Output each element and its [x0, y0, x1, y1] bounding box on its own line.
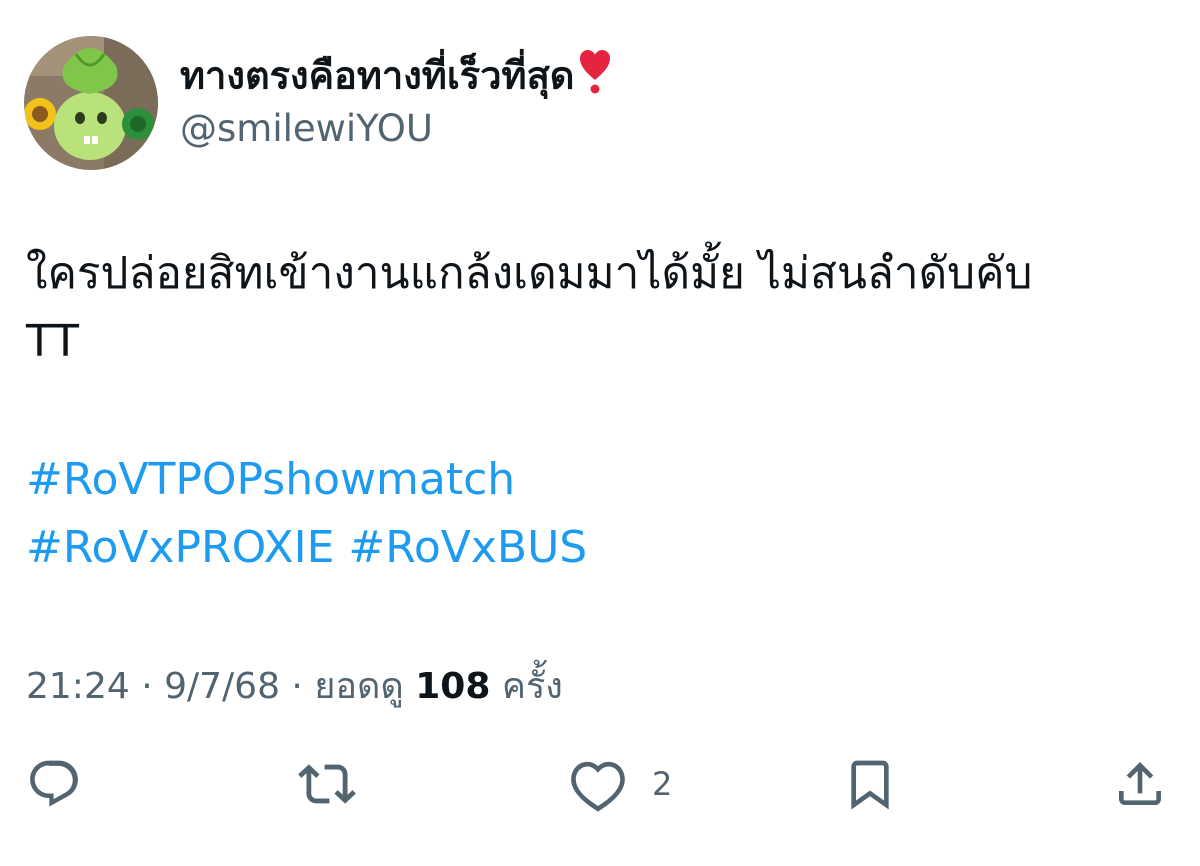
hashtag-link[interactable]: #RoVTPOPshowmatch: [26, 454, 515, 505]
display-name-text: ทางตรงคือทางที่เร็วที่สุด: [180, 53, 575, 98]
heart-exclamation-icon: [580, 50, 611, 106]
views-suffix: ครั้ง: [501, 666, 563, 707]
like-button[interactable]: 2: [570, 752, 672, 816]
retweet-icon: [298, 764, 356, 804]
reply-button[interactable]: [26, 752, 82, 816]
author-handle[interactable]: @smilewiYOU: [180, 104, 433, 154]
views-label: ยอดดู: [314, 666, 404, 707]
bookmark-icon: [851, 760, 889, 810]
share-icon: [1119, 762, 1161, 805]
reply-icon: [30, 760, 78, 807]
tweet-meta: 21:24 · 9/7/68 · ยอดดู 108 ครั้ง: [26, 660, 563, 714]
display-name[interactable]: ทางตรงคือทางที่เร็วที่สุด: [180, 50, 611, 106]
hashtag-link[interactable]: #RoVxBUS: [348, 522, 587, 573]
share-button[interactable]: [1112, 752, 1168, 816]
views-count: 108: [415, 666, 491, 707]
tweet-date[interactable]: 9/7/68: [164, 666, 280, 707]
tweet-time[interactable]: 21:24: [26, 666, 130, 707]
meta-separator: ·: [129, 666, 165, 707]
retweet-button[interactable]: [298, 752, 356, 816]
tweet-text-line: TT: [26, 316, 79, 367]
bookmark-button[interactable]: [842, 752, 898, 816]
heart-icon: [571, 761, 625, 812]
meta-separator: ·: [279, 666, 315, 707]
avatar[interactable]: [24, 36, 158, 170]
plant-character-avatar: [24, 36, 158, 170]
tweet-text: ใครปล่อยสิทเข้างานแกล้งเดมมาได้มั้ย ไม่ส…: [26, 240, 1176, 376]
like-count: 2: [652, 765, 673, 803]
hashtag-list: #RoVTPOPshowmatch #RoVxPROXIE #RoVxBUS: [26, 446, 587, 582]
tweet-text-line: ใครปล่อยสิทเข้างานแกล้งเดมมาได้มั้ย ไม่ส…: [26, 248, 1033, 299]
hashtag-link[interactable]: #RoVxPROXIE: [26, 522, 334, 573]
